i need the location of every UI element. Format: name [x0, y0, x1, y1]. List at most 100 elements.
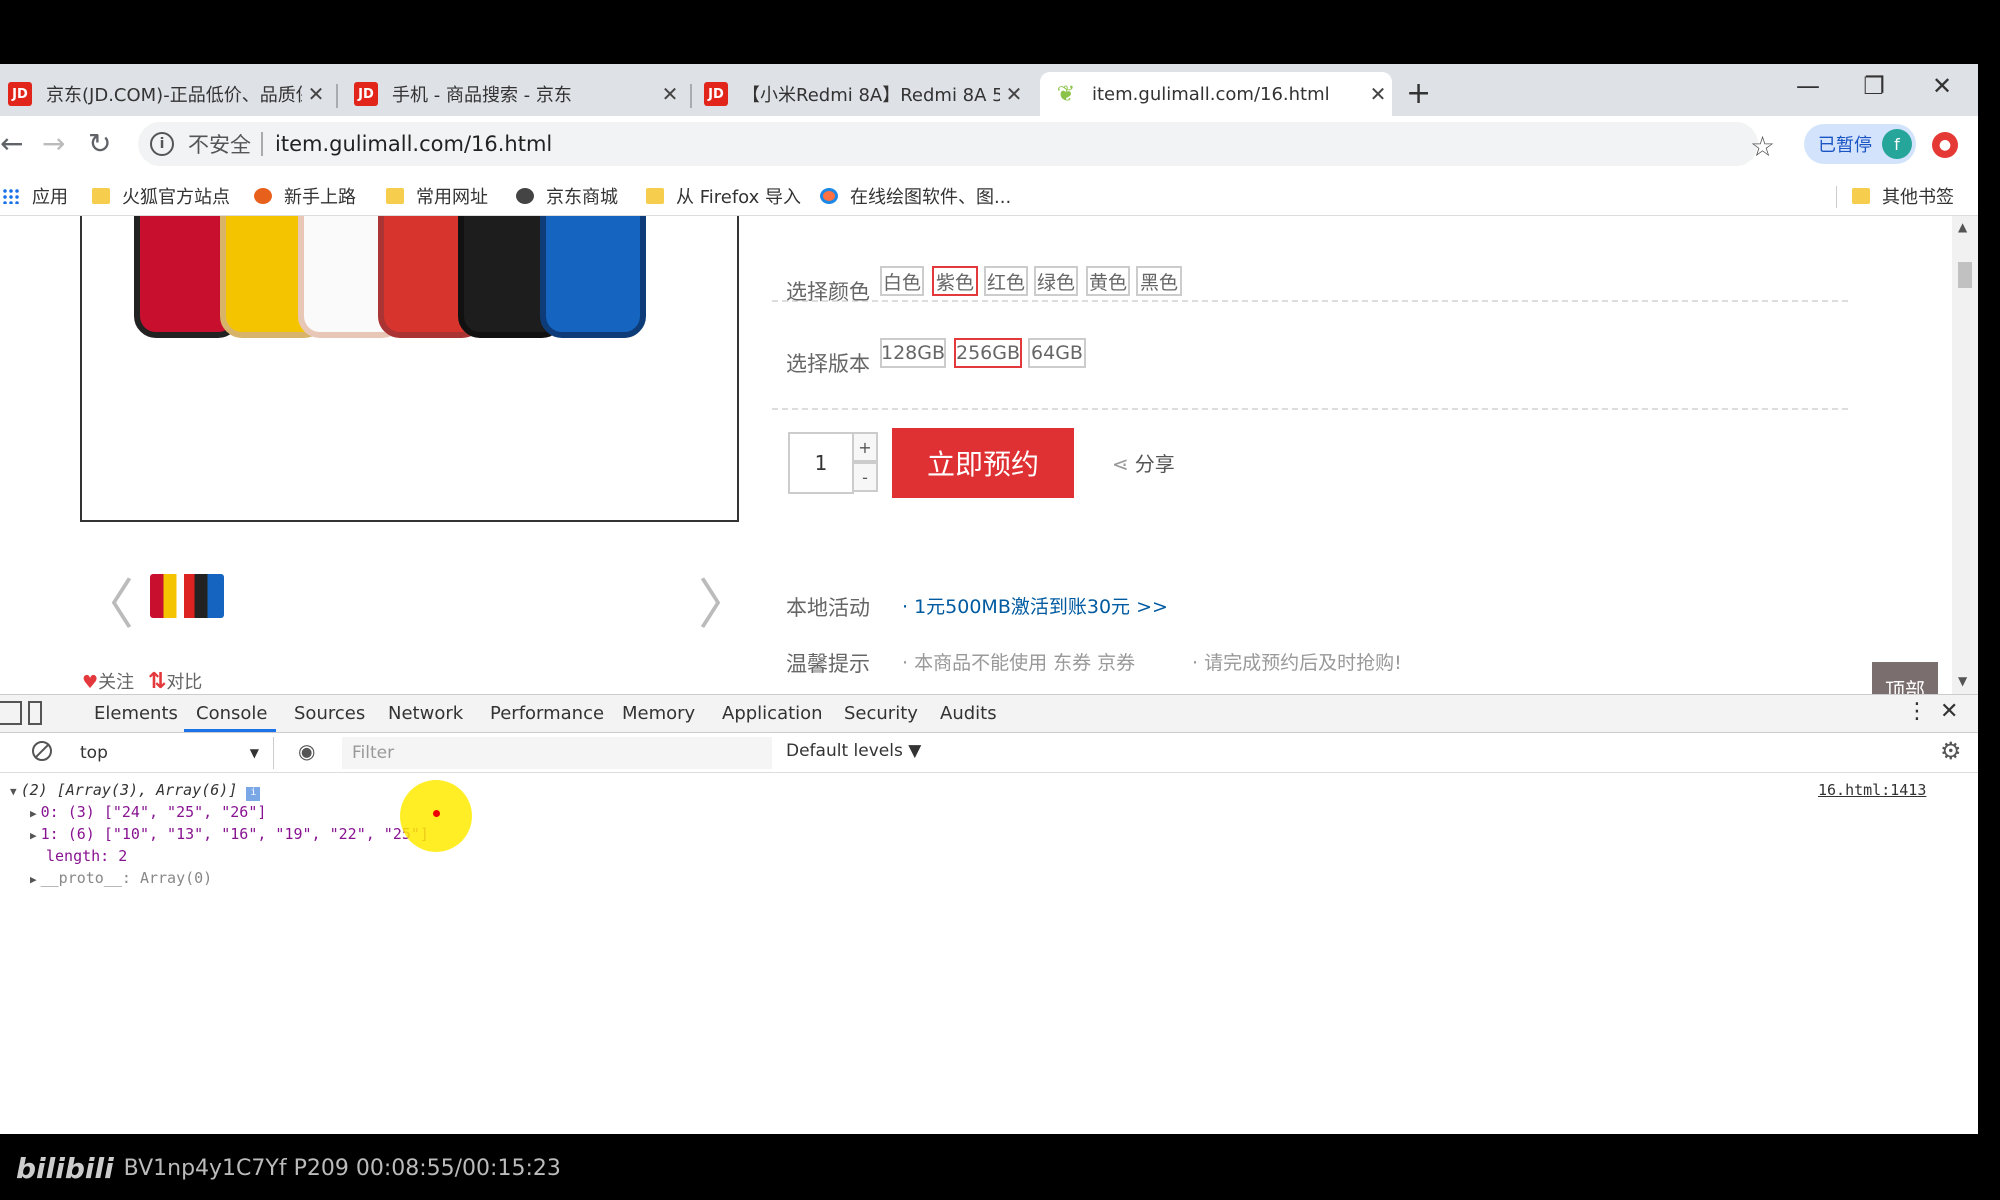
kebab-menu-icon[interactable]: ⋮ — [1906, 699, 1928, 724]
color-option-white[interactable]: 白色 — [880, 266, 924, 296]
tab-jd-search[interactable]: JD 手机 - 商品搜索 - 京东 ✕ — [348, 72, 684, 116]
new-tab-button[interactable]: + — [1406, 78, 1431, 110]
drawing-app-icon — [820, 188, 838, 204]
tab-close-icon[interactable]: ✕ — [656, 82, 684, 106]
quantity-plus-button[interactable]: + — [854, 432, 878, 462]
follow-link[interactable]: 关注 — [98, 672, 134, 693]
tab-security[interactable]: Security — [844, 703, 918, 724]
reserve-now-button[interactable]: 立即预约 — [892, 428, 1074, 498]
back-button[interactable]: ← — [0, 128, 23, 160]
gear-icon[interactable]: ⚙ — [1940, 737, 1962, 765]
tab-elements[interactable]: Elements — [94, 703, 178, 724]
folder-icon — [1852, 188, 1870, 204]
tab-close-icon[interactable]: ✕ — [1000, 82, 1028, 106]
color-option-red[interactable]: 红色 — [984, 266, 1028, 296]
devtools-panel: Elements Console Sources Network Perform… — [0, 694, 1978, 1134]
quantity-minus-button[interactable]: - — [854, 462, 878, 492]
device-toggle-icon[interactable] — [28, 701, 42, 725]
restore-button[interactable]: ❐ — [1854, 72, 1894, 100]
console-row-1[interactable]: ▶ 1: (6) ["10", "13", "16", "19", "22", "… — [30, 825, 429, 843]
thumb-next-arrow[interactable]: 〉 — [698, 560, 752, 639]
info-icon[interactable]: i — [150, 132, 174, 156]
log-levels-dropdown[interactable]: Default levels ▼ — [786, 741, 921, 761]
profile-paused-button[interactable]: 已暂停 f — [1804, 124, 1916, 164]
inspect-icon[interactable] — [0, 701, 22, 725]
source-link[interactable]: 16.html:1413 — [1818, 781, 1926, 799]
color-option-yellow[interactable]: 黄色 — [1086, 266, 1130, 296]
screen: JD 京东(JD.COM)-正品低价、品质保障 ✕ JD 手机 - 商品搜索 -… — [0, 0, 2000, 1200]
devtools-close-icon[interactable]: ✕ — [1940, 699, 1958, 724]
console-log-entry[interactable]: ▼ (2) [Array(3), Array(6)] i — [10, 781, 261, 801]
back-to-top-button[interactable]: 顶部 — [1872, 662, 1938, 694]
version-option-64gb[interactable]: 64GB — [1028, 338, 1086, 368]
bookmark-apps[interactable]: 应用 — [2, 182, 68, 210]
compare-link[interactable]: 对比 — [166, 672, 202, 693]
compare-icon: ⇅ — [147, 669, 167, 694]
divider — [1836, 186, 1837, 208]
bookmark-label: 从 Firefox 导入 — [676, 187, 802, 208]
array-summary: (2) [Array(3), Array(6)] — [20, 781, 238, 799]
console-row-proto[interactable]: ▶ __proto__: Array(0) — [30, 869, 212, 887]
tab-close-icon[interactable]: ✕ — [302, 82, 330, 106]
expand-triangle-icon[interactable]: ▶ — [30, 873, 37, 886]
window-close-button[interactable]: ✕ — [1922, 72, 1962, 100]
bookmark-star-icon[interactable]: ☆ — [1750, 130, 1775, 163]
color-option-purple[interactable]: 紫色 — [932, 266, 978, 296]
bookmark-firefox-import[interactable]: 从 Firefox 导入 — [646, 182, 801, 210]
scroll-down-icon[interactable]: ▼ — [1958, 674, 1967, 688]
share-button[interactable]: ⋖ 分享 — [1112, 448, 1175, 477]
tab-gulimall[interactable]: ❦ item.gulimall.com/16.html ✕ — [1040, 72, 1392, 116]
bookmark-common-sites[interactable]: 常用网址 — [386, 182, 488, 210]
scrollbar-thumb[interactable] — [1958, 262, 1972, 288]
color-option-black[interactable]: 黑色 — [1136, 266, 1182, 296]
version-option-256gb[interactable]: 256GB — [954, 338, 1022, 368]
tab-title: 手机 - 商品搜索 - 京东 — [392, 85, 572, 106]
version-option-128gb[interactable]: 128GB — [880, 338, 946, 368]
tab-jd-home[interactable]: JD 京东(JD.COM)-正品低价、品质保障 ✕ — [2, 72, 330, 116]
tab-performance[interactable]: Performance — [490, 703, 604, 724]
extension-icon[interactable]: ● — [1932, 132, 1958, 158]
paused-label: 已暂停 — [1818, 135, 1872, 156]
url-text[interactable]: item.gulimall.com/16.html — [275, 132, 552, 156]
quantity-input[interactable]: 1 — [788, 432, 854, 494]
context-select[interactable]: top ▼ — [70, 737, 274, 769]
bookmark-drawing-tool[interactable]: 在线绘图软件、图... — [820, 182, 1011, 210]
tab-application[interactable]: Application — [722, 703, 823, 724]
local-promo-link[interactable]: · 1元500MB激活到账30元 >> — [902, 592, 1168, 619]
page-scrollbar[interactable]: ▲ ▼ — [1952, 216, 1978, 694]
address-bar[interactable]: i 不安全 item.gulimall.com/16.html — [138, 122, 1758, 166]
tab-memory[interactable]: Memory — [622, 703, 695, 724]
tab-audits[interactable]: Audits — [940, 703, 997, 724]
jd-favicon-icon: JD — [8, 82, 32, 106]
product-thumbnail[interactable] — [150, 574, 224, 618]
reload-button[interactable]: ↻ — [88, 128, 111, 160]
forward-button[interactable]: → — [42, 128, 65, 160]
expand-triangle-icon[interactable]: ▶ — [30, 829, 37, 842]
thumb-prev-arrow[interactable]: 〈 — [80, 560, 134, 639]
bookmark-label: 新手上路 — [284, 187, 356, 208]
clear-console-icon[interactable] — [32, 741, 52, 761]
tab-network[interactable]: Network — [388, 703, 463, 724]
tab-redmi[interactable]: JD 【小米Redmi 8A】Redmi 8A 5000mAh ✕ — [698, 72, 1028, 116]
tab-sources[interactable]: Sources — [294, 703, 365, 724]
bookmark-other[interactable]: 其他书签 — [1852, 182, 1954, 210]
tab-separator — [690, 84, 692, 108]
bookmark-jd-mall[interactable]: 京东商城 — [516, 182, 618, 210]
expand-triangle-icon[interactable]: ▶ — [30, 807, 37, 820]
bookmark-getting-started[interactable]: 新手上路 — [254, 182, 356, 210]
console-row-length: length: 2 — [46, 847, 128, 865]
tab-close-icon[interactable]: ✕ — [1364, 82, 1392, 106]
bookmark-firefox-site[interactable]: 火狐官方站点 — [92, 182, 230, 210]
minimize-button[interactable]: — — [1788, 72, 1828, 100]
console-filter-input[interactable]: Filter — [342, 737, 772, 769]
tips-label: 温馨提示 — [786, 652, 870, 676]
tab-console[interactable]: Console — [196, 703, 267, 724]
color-option-green[interactable]: 绿色 — [1034, 266, 1078, 296]
bilibili-logo: bilibili — [16, 1152, 114, 1185]
console-row-0[interactable]: ▶ 0: (3) ["24", "25", "26"] — [30, 803, 266, 821]
expand-triangle-icon[interactable]: ▼ — [10, 785, 17, 798]
context-value: top — [80, 743, 108, 763]
live-expression-eye-icon[interactable]: ◉ — [298, 739, 315, 763]
chevrons-right-icon: >> — [1136, 596, 1168, 618]
scroll-up-icon[interactable]: ▲ — [1958, 220, 1967, 234]
